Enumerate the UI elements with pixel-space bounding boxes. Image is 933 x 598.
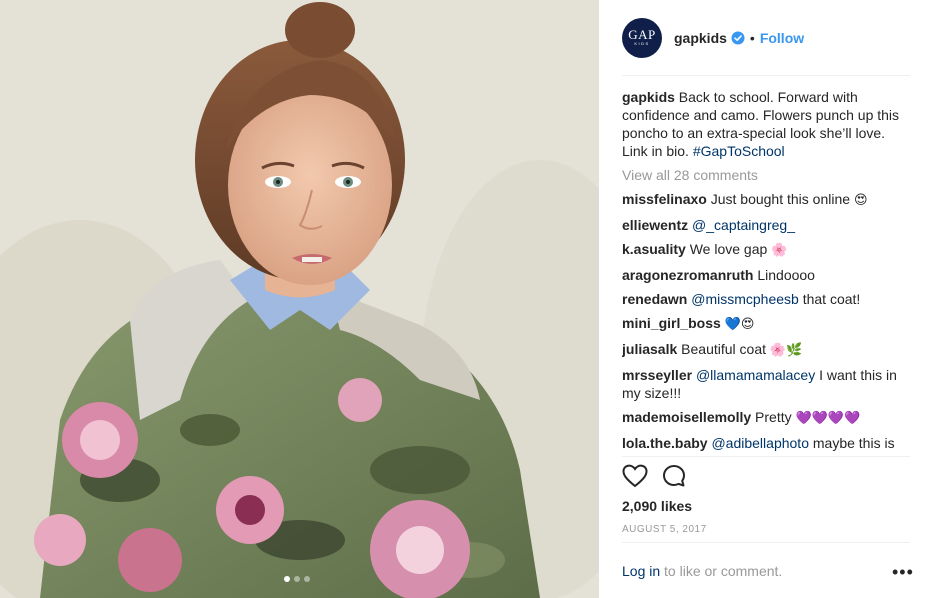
comment-item: aragonezromanruth Lindoooo: [622, 266, 912, 284]
caption-username[interactable]: gapkids: [622, 89, 675, 105]
comment-item: mademoisellemolly Pretty 💜💜💜💜: [622, 408, 912, 428]
comment-username[interactable]: mini_girl_boss: [622, 315, 721, 331]
comments-list[interactable]: gapkids Back to school. Forward with con…: [622, 86, 912, 456]
photo-illustration: [0, 0, 599, 598]
comment-mention[interactable]: @_captaingreg_: [692, 217, 795, 233]
comment-mention[interactable]: @adibellaphoto: [711, 435, 809, 451]
comment-username[interactable]: elliewentz: [622, 217, 688, 233]
comment-item: renedawn @missmcpheesb that coat!: [622, 290, 912, 308]
carousel-indicator: [284, 576, 310, 582]
comment-text: Pretty: [751, 409, 796, 425]
comment-item: lola.the.baby @adibellaphoto maybe this …: [622, 434, 912, 456]
follow-button[interactable]: Follow: [760, 30, 804, 46]
account-username[interactable]: gapkids: [674, 30, 727, 46]
comment-emoji: 🌸: [771, 243, 788, 258]
divider: [622, 542, 910, 543]
carousel-dot: [294, 576, 300, 582]
comment-icon[interactable]: [662, 464, 686, 488]
post-photo[interactable]: [0, 0, 599, 598]
comment-emoji: 💙😍: [724, 317, 755, 332]
header-separator: •: [749, 29, 755, 46]
comment-emoji: 🌸🌿: [769, 343, 803, 358]
avatar-logo-subtext: KIDS: [634, 41, 650, 46]
comment-username[interactable]: lola.the.baby: [622, 435, 708, 451]
avatar[interactable]: GAP KIDS: [622, 17, 662, 58]
post-date[interactable]: AUGUST 5, 2017: [622, 524, 707, 535]
comment-mention[interactable]: @llamamamalacey: [696, 367, 815, 383]
avatar-logo-text: GAP: [628, 27, 656, 42]
comment-username[interactable]: renedawn: [622, 291, 687, 307]
comment-item: k.asuality We love gap 🌸: [622, 240, 912, 260]
post-header: GAP KIDS gapkids • Follow: [622, 16, 910, 76]
comment-mention[interactable]: @missmcpheesb: [691, 291, 799, 307]
comment-item: elliewentz @_captaingreg_: [622, 216, 912, 234]
post-actions: [622, 464, 686, 488]
comment-username[interactable]: k.asuality: [622, 241, 686, 257]
comment-emoji: 😍: [853, 193, 868, 208]
heart-icon[interactable]: [622, 464, 648, 488]
more-icon[interactable]: •••: [892, 563, 914, 581]
comment-item: missfelinaxo Just bought this online 😍: [622, 190, 912, 210]
login-prompt: Log in to like or comment.: [622, 563, 782, 579]
comment-text: Beautiful coat: [677, 341, 770, 357]
caption-hashtag[interactable]: #GapToSchool: [693, 143, 785, 159]
comment-emoji: 💜💜💜💜: [795, 411, 861, 426]
login-link[interactable]: Log in: [622, 563, 660, 579]
comment-item: mini_girl_boss 💙😍: [622, 314, 912, 334]
comment-item: juliasalk Beautiful coat 🌸🌿: [622, 340, 912, 360]
comment-username[interactable]: missfelinaxo: [622, 191, 707, 207]
comment-text: We love gap: [685, 241, 772, 257]
comment-text: Just bought this online: [706, 191, 854, 207]
login-prompt-text: to like or comment.: [660, 563, 783, 579]
post-caption: gapkids Back to school. Forward with con…: [622, 88, 912, 160]
comment-username[interactable]: mrsseyller: [622, 367, 692, 383]
comment-username[interactable]: mademoisellemolly: [622, 409, 751, 425]
carousel-dot: [304, 576, 310, 582]
post-details-panel: GAP KIDS gapkids • Follow gapkids Back t…: [599, 0, 933, 598]
comment-username[interactable]: juliasalk: [622, 341, 677, 357]
comment-text: that coat!: [798, 291, 861, 307]
carousel-dot: [284, 576, 290, 582]
like-count[interactable]: 2,090 likes: [622, 498, 692, 514]
divider: [622, 456, 910, 457]
comment-text: Lindoooo: [753, 267, 815, 283]
comment-container: missfelinaxo Just bought this online 😍 el…: [622, 190, 912, 456]
comment-username[interactable]: aragonezromanruth: [622, 267, 753, 283]
comment-item: mrsseyller @llamamamalacey I want this i…: [622, 366, 912, 402]
view-all-comments-link[interactable]: View all 28 comments: [622, 166, 912, 184]
verified-badge-icon: [731, 31, 745, 44]
